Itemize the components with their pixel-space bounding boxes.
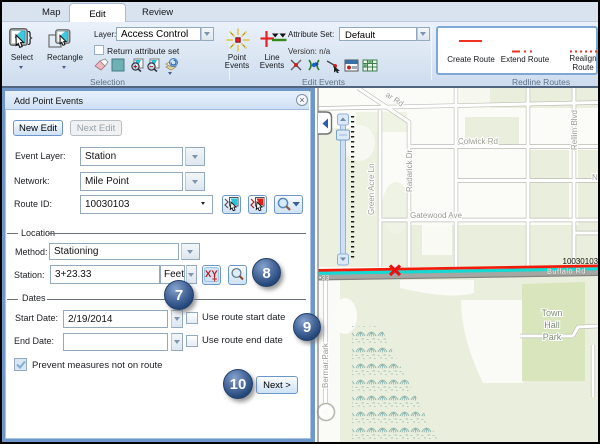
svg-text:}: } [28, 29, 33, 46]
svg-text:−: − [149, 64, 153, 71]
svg-text:+: + [133, 64, 137, 71]
svg-text:+: + [212, 274, 217, 284]
